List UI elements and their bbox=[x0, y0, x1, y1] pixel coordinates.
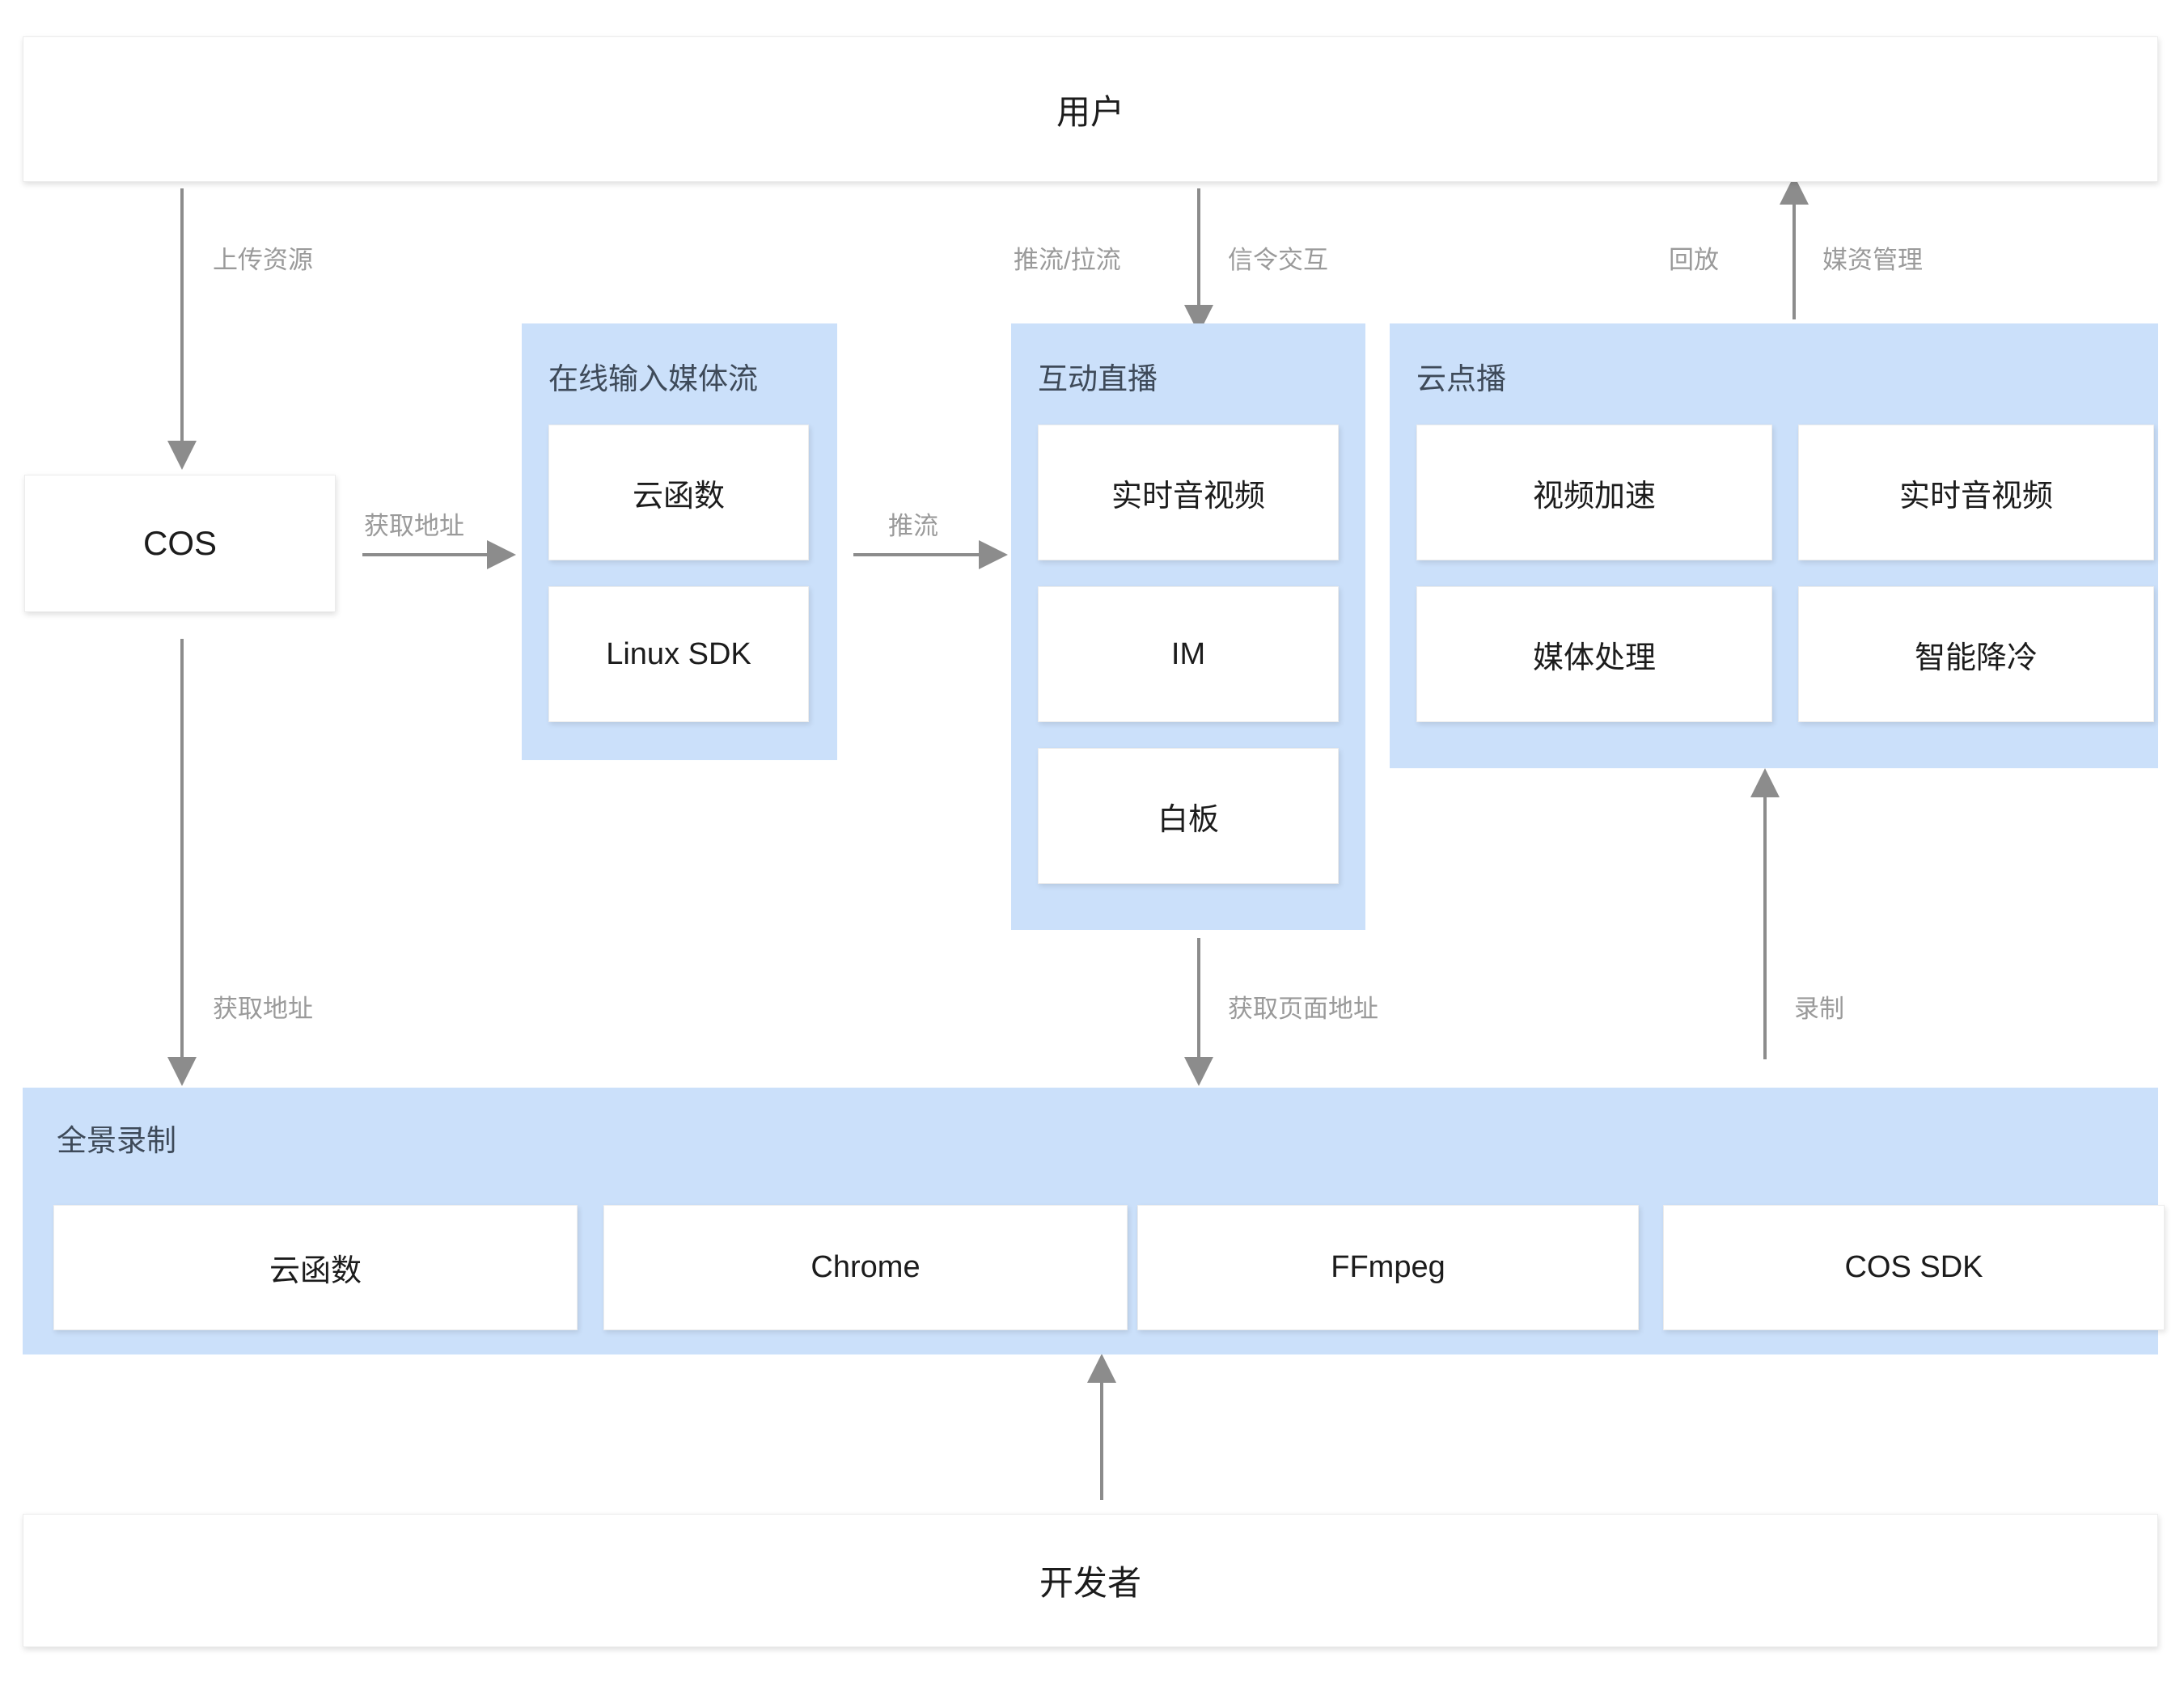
card-label: 智能降冷 bbox=[1914, 640, 2038, 675]
card-label: FFmpeg bbox=[1331, 1250, 1445, 1284]
card-realtime-av-live: 实时音视频 bbox=[1038, 425, 1339, 560]
card-label: 实时音视频 bbox=[1111, 479, 1265, 513]
arrow-label-push-stream: 推流 bbox=[888, 512, 938, 540]
arrow-label-upload-resource: 上传资源 bbox=[213, 246, 313, 274]
arrow-label-get-address-input: 获取地址 bbox=[364, 512, 464, 540]
developer-box: 开发者 bbox=[23, 1514, 2158, 1647]
panel-cloud-vod: 云点播 视频加速 实时音视频 媒体处理 智能降冷 bbox=[1390, 323, 2158, 768]
card-ffmpeg: FFmpeg bbox=[1137, 1205, 1639, 1330]
card-chrome: Chrome bbox=[603, 1205, 1128, 1330]
panel-title-panoramic-recording: 全景录制 bbox=[57, 1124, 176, 1157]
arrow-label-playback: 回放 bbox=[1669, 246, 1719, 274]
card-label: 白板 bbox=[1157, 802, 1219, 837]
card-media-processing: 媒体处理 bbox=[1416, 586, 1772, 722]
panel-panoramic-recording: 全景录制 云函数 Chrome FFmpeg COS SDK bbox=[23, 1088, 2165, 1354]
card-label: Linux SDK bbox=[606, 636, 751, 671]
card-label: 媒体处理 bbox=[1532, 640, 1656, 675]
arrow-label-media-assets: 媒资管理 bbox=[1822, 246, 1923, 274]
card-intelligent-cooling: 智能降冷 bbox=[1798, 586, 2154, 722]
card-label: 云函数 bbox=[632, 479, 725, 513]
panel-interactive-live: 互动直播 实时音视频 IM 白板 bbox=[1011, 323, 1365, 930]
card-im: IM bbox=[1038, 586, 1339, 722]
cos-label: COS bbox=[142, 524, 217, 562]
card-label: 视频加速 bbox=[1532, 479, 1656, 513]
card-label: 云函数 bbox=[269, 1254, 362, 1288]
card-video-acceleration: 视频加速 bbox=[1416, 425, 1772, 560]
card-label: COS SDK bbox=[1844, 1250, 1983, 1284]
card-realtime-av-vod: 实时音视频 bbox=[1798, 425, 2154, 560]
user-box: 用户 bbox=[23, 36, 2158, 182]
arrow-label-record: 录制 bbox=[1794, 995, 1844, 1023]
card-cloud-function-input: 云函数 bbox=[548, 425, 809, 560]
card-linux-sdk: Linux SDK bbox=[548, 586, 809, 722]
panel-online-input-media-stream: 在线输入媒体流 云函数 Linux SDK bbox=[522, 323, 837, 760]
cos-box: COS bbox=[24, 475, 336, 612]
card-label: Chrome bbox=[811, 1250, 921, 1284]
arrow-label-push-pull-stream: 推流/拉流 bbox=[1014, 246, 1121, 274]
developer-label: 开发者 bbox=[1039, 1564, 1141, 1602]
card-label: 实时音视频 bbox=[1898, 479, 2053, 513]
panel-title-online-input-media-stream: 在线输入媒体流 bbox=[548, 362, 758, 395]
panel-title-cloud-vod: 云点播 bbox=[1416, 362, 1506, 395]
user-label: 用户 bbox=[1056, 92, 1124, 131]
card-whiteboard: 白板 bbox=[1038, 748, 1339, 884]
architecture-diagram: 用户 上传资源 推流/拉流 信令交互 回放 媒资管理 COS 获取地址 推流 获… bbox=[0, 0, 2184, 1682]
arrow-label-signaling: 信令交互 bbox=[1228, 246, 1328, 274]
arrow-label-get-page-address: 获取页面地址 bbox=[1228, 995, 1378, 1023]
card-cos-sdk: COS SDK bbox=[1663, 1205, 2165, 1330]
card-cloud-function-recording: 云函数 bbox=[53, 1205, 578, 1330]
arrow-label-get-address-recording: 获取地址 bbox=[213, 995, 313, 1023]
panel-title-interactive-live: 互动直播 bbox=[1038, 362, 1158, 395]
card-label: IM bbox=[1170, 636, 1206, 671]
